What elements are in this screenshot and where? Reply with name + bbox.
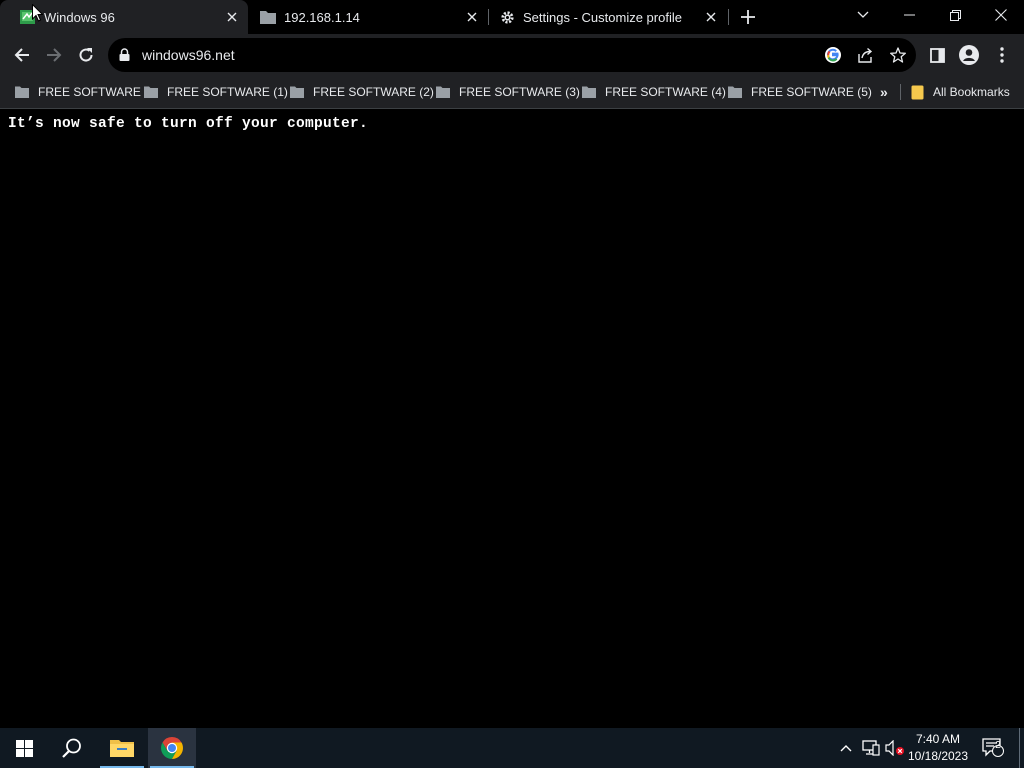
side-panel-icon: [929, 47, 945, 63]
show-desktop-button[interactable]: [1019, 728, 1020, 768]
tab-settings[interactable]: Settings - Customize profile: [489, 0, 727, 34]
tab-strip: Windows 96 192.168.1.14 Settings - Custo…: [0, 0, 1024, 34]
tab-search-button[interactable]: [840, 0, 886, 30]
avatar: [959, 45, 979, 65]
close-window-button[interactable]: [978, 0, 1024, 30]
mouse-cursor-icon: [32, 3, 44, 27]
action-center-button[interactable]: 2: [978, 728, 1008, 768]
arrow-right-icon: [47, 48, 62, 62]
tab-title: 192.168.1.14: [284, 9, 360, 25]
folder-icon: [728, 86, 742, 98]
chevron-down-icon: [857, 11, 869, 18]
network-button[interactable]: [860, 728, 882, 768]
bookmark-folder[interactable]: FREE SOFTWARE (3): [436, 82, 580, 102]
address-bar[interactable]: windows96.net: [108, 38, 916, 72]
url-text: windows96.net: [142, 47, 235, 63]
close-tab-icon[interactable]: [464, 9, 480, 25]
tab-title: Settings - Customize profile: [523, 9, 682, 25]
more-vertical-icon: [1000, 47, 1004, 63]
network-icon: [862, 740, 880, 756]
chrome-icon: [161, 737, 183, 759]
close-icon: [995, 9, 1007, 21]
taskbar: 7:40 AM 10/18/2023 2: [0, 728, 1024, 768]
bookmark-label: FREE SOFTWARE (1): [167, 85, 288, 99]
bookmark-label: FREE SOFTWARE (3): [459, 85, 580, 99]
folder-icon: [290, 86, 304, 98]
restore-icon: [949, 9, 961, 21]
reload-button[interactable]: [70, 39, 102, 71]
system-clock[interactable]: 7:40 AM 10/18/2023: [906, 731, 970, 765]
all-bookmarks-button[interactable]: All Bookmarks: [911, 82, 1010, 102]
google-icon: [825, 47, 841, 63]
arrow-left-icon: [14, 48, 29, 62]
star-icon: [890, 47, 906, 63]
notification-count-badge: 2: [995, 740, 1001, 751]
bookmark-label: FREE SOFTWARE (5): [751, 85, 872, 99]
chevron-up-icon: [840, 745, 852, 752]
gear-icon: [499, 9, 515, 25]
bookmark-folder[interactable]: FREE SOFTWARE (1): [144, 82, 288, 102]
bookmark-folder[interactable]: FREE SOFTWARE (5): [728, 82, 872, 102]
browser-toolbar: windows96.net: [0, 34, 1024, 76]
all-bookmarks-label: All Bookmarks: [933, 85, 1010, 99]
back-button[interactable]: [6, 39, 38, 71]
folder-icon: [582, 86, 596, 98]
minimize-button[interactable]: [886, 0, 932, 30]
bookmark-folder[interactable]: FREE SOFTWARE (4): [582, 82, 726, 102]
file-explorer-button[interactable]: [98, 728, 146, 768]
bookmark-folder[interactable]: FREE SOFTWARE (2): [290, 82, 434, 102]
speaker-muted-icon: [885, 740, 904, 756]
side-panel-button[interactable]: [921, 39, 953, 71]
start-button[interactable]: [0, 728, 48, 768]
bookmarks-overflow-button[interactable]: »: [880, 82, 888, 102]
bookmark-label: FREE SOFTWARE (4): [605, 85, 726, 99]
shutdown-message: It’s now safe to turn off your computer.: [8, 116, 369, 132]
tab-title: Windows 96: [44, 9, 115, 25]
bookmarks-separator: [900, 84, 901, 100]
google-lens-button[interactable]: [821, 43, 845, 67]
folder-icon: [260, 9, 276, 25]
search-button[interactable]: [48, 728, 96, 768]
share-icon: [858, 47, 873, 63]
folder-icon: [436, 86, 450, 98]
bookmark-label: FREE SOFTWARE (2): [313, 85, 434, 99]
menu-button[interactable]: [986, 39, 1018, 71]
file-explorer-icon: [110, 740, 134, 757]
bookmark-folder[interactable]: FREE SOFTWARE: [15, 82, 141, 102]
minimize-icon: [903, 14, 915, 16]
windows-logo-icon: [15, 739, 33, 757]
profile-button[interactable]: [953, 39, 985, 71]
folder-icon: [144, 86, 158, 98]
plus-icon: [741, 10, 755, 24]
chrome-taskbar-button[interactable]: [148, 728, 196, 768]
close-tab-icon[interactable]: [703, 9, 719, 25]
new-tab-button[interactable]: [736, 6, 760, 28]
folder-icon: [15, 86, 29, 98]
bookmarks-bar: FREE SOFTWARE FREE SOFTWARE (1) FREE SOF…: [0, 76, 1024, 109]
forward-button[interactable]: [38, 39, 70, 71]
share-button[interactable]: [854, 43, 878, 67]
tab-192-168-1-14[interactable]: 192.168.1.14: [248, 0, 488, 34]
lock-icon: [119, 48, 130, 66]
page-content[interactable]: It’s now safe to turn off your computer.: [0, 109, 1024, 728]
restore-button[interactable]: [932, 0, 978, 30]
clock-time: 7:40 AM: [915, 732, 961, 746]
show-hidden-icons-button[interactable]: [836, 728, 856, 768]
volume-button[interactable]: [884, 728, 906, 768]
yellow-folder-icon: [911, 85, 924, 100]
tab-separator: [728, 9, 729, 25]
bookmark-label: FREE SOFTWARE: [38, 85, 141, 99]
bookmark-star-button[interactable]: [886, 43, 910, 67]
close-tab-icon[interactable]: [224, 9, 240, 25]
reload-icon: [79, 48, 93, 62]
search-icon: [62, 738, 81, 758]
clock-date: 10/18/2023: [907, 749, 969, 763]
